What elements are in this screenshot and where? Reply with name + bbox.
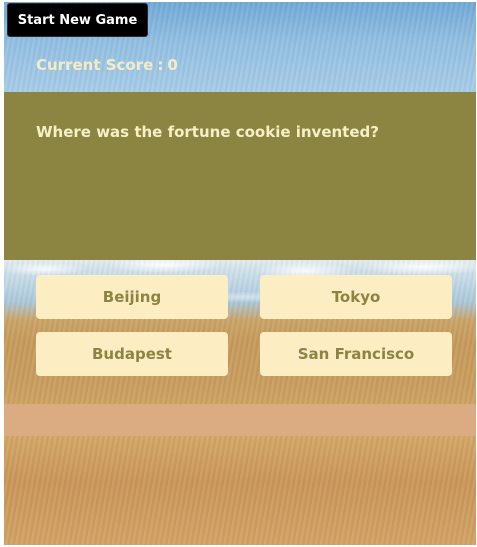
- start-new-game-button[interactable]: Start New Game: [7, 3, 148, 37]
- feedback-bar: [4, 404, 476, 436]
- game-frame: Start New Game Current Score:0 Where was…: [4, 2, 476, 545]
- answer-button-tokyo[interactable]: Tokyo: [260, 275, 452, 319]
- answer-button-beijing[interactable]: Beijing: [36, 275, 228, 319]
- question-text: Where was the fortune cookie invented?: [36, 123, 379, 141]
- answer-button-budapest[interactable]: Budapest: [36, 332, 228, 376]
- answer-button-san-francisco[interactable]: San Francisco: [260, 332, 452, 376]
- current-score: Current Score:0: [36, 56, 178, 74]
- score-label: Current Score: [36, 56, 154, 74]
- score-separator: :: [157, 56, 164, 74]
- score-value: 0: [167, 56, 178, 74]
- question-panel: Where was the fortune cookie invented?: [4, 92, 476, 260]
